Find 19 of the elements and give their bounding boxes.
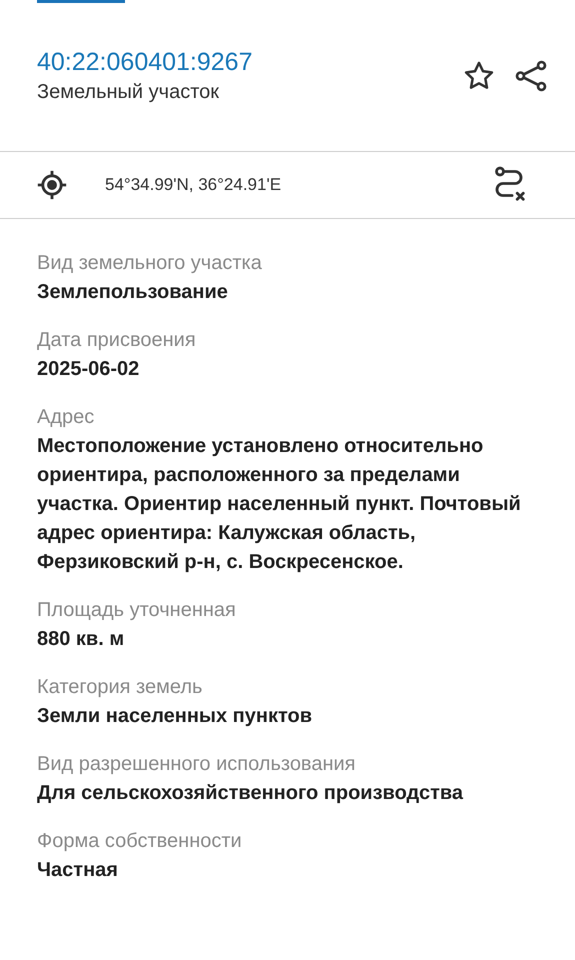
field-label: Адрес: [37, 405, 96, 430]
field-label: Категория земель: [37, 675, 204, 700]
object-type: Земельный участок: [37, 80, 220, 104]
field-value: Для сельскохозяйственного производства: [37, 781, 464, 806]
share-icon[interactable]: [513, 58, 549, 94]
field-value: Частная: [37, 858, 119, 883]
field-value: Земли населенных пунктов: [37, 704, 314, 729]
field-value: Местоположение установлено относительно ориентира, расположенного за пределами участка. Ориентир населенный пункт. Почтовый адрес ориентира: Калужская область, Ферзиковский р-н, с. Воскресенское.: [37, 434, 522, 575]
coordinates-text: 54°34.99'N, 36°24.91'E: [105, 174, 282, 196]
field-value: 880 кв. м: [37, 627, 126, 652]
cadastral-number[interactable]: 40:22:060401:9267: [37, 46, 461, 76]
field-label: Вид разрешенного использования: [37, 752, 357, 777]
field-label: Дата присвоения: [37, 328, 197, 353]
locate-icon[interactable]: [35, 168, 69, 202]
field-value: Землепользование: [37, 280, 229, 305]
field-value: 2025-06-02: [37, 357, 140, 382]
field-label: Площадь уточненная: [37, 598, 237, 623]
field-label: Вид земельного участка: [37, 251, 263, 276]
field-label: Форма собственности: [37, 829, 243, 854]
